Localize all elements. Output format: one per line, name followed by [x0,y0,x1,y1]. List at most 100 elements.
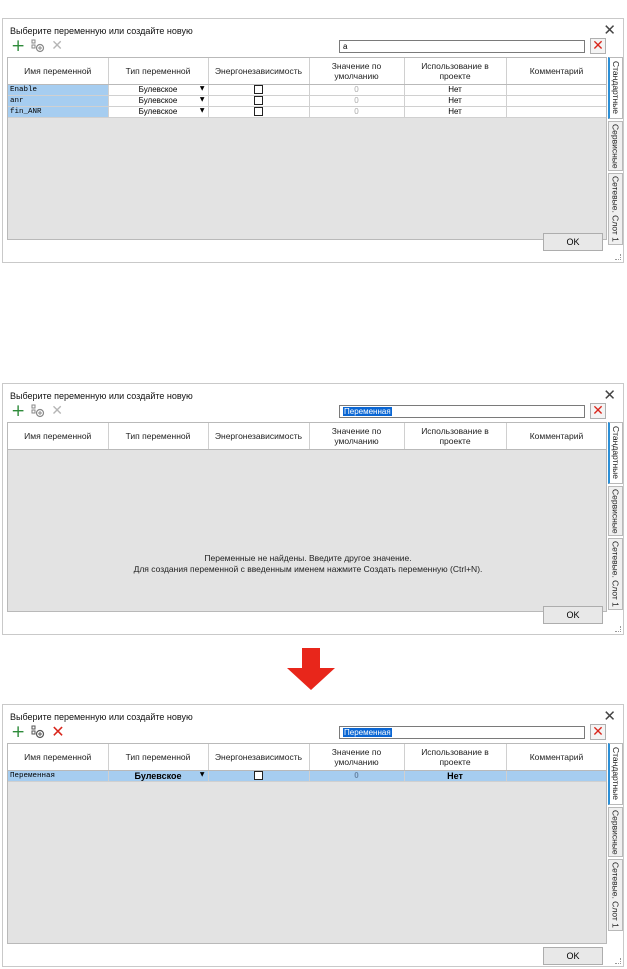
column-header-usage[interactable]: Использование в проекте [404,744,507,771]
delete-icon[interactable]: ✕ [51,724,64,740]
variables-grid: Имя переменной Тип переменной Энергонеза… [7,743,607,944]
table-row[interactable]: anr Булевское ▼ 0 Нет [8,95,606,107]
delete-icon[interactable]: ✕ [51,404,63,418]
variables-grid: Имя переменной Тип переменной Энергонеза… [7,57,607,240]
column-header-name[interactable]: Имя переменной [8,423,109,450]
comment-cell[interactable] [506,106,606,118]
variable-type-cell[interactable]: Булевское ▼ [108,106,209,118]
column-header-type[interactable]: Тип переменной [108,423,209,450]
column-header-comment[interactable]: Комментарий [506,58,606,85]
column-header-retain[interactable]: Энергонезависимость [208,744,310,771]
add-icon[interactable]: + [11,723,25,741]
retain-cell [208,95,310,107]
close-icon[interactable]: ✕ [603,707,616,725]
tab-standard[interactable]: Стандартные [608,422,623,484]
clear-search-icon[interactable]: ✕ [590,38,606,54]
retain-checkbox[interactable] [254,107,263,116]
tab-service[interactable]: Сервисные [608,486,623,536]
toolbar: + ✕ [11,402,63,420]
tab-standard[interactable]: Стандартные [608,743,623,805]
search-input[interactable]: a [339,40,585,53]
empty-message-line-2: Для создания переменной с введенным имен… [133,564,483,574]
toolbar: + ✕ [11,37,63,55]
variable-name-cell[interactable]: Enable [8,84,109,96]
close-icon[interactable]: ✕ [603,386,616,404]
dropdown-arrow-icon[interactable]: ▼ [200,85,205,92]
retain-checkbox[interactable] [254,96,263,105]
comment-cell[interactable] [506,770,606,782]
tab-service[interactable]: Сервисные [608,807,623,857]
add-icon[interactable]: + [11,37,25,55]
usage-cell: Нет [404,106,507,118]
resize-grip[interactable] [615,626,621,632]
clear-search-icon[interactable]: ✕ [590,403,606,419]
column-header-name[interactable]: Имя переменной [8,744,109,771]
search-input[interactable]: Переменная [339,726,585,739]
search-input[interactable]: Переменная [339,405,585,418]
variable-name-cell[interactable]: anr [8,95,109,107]
search-value: Переменная [343,407,392,416]
side-tabs: Стандартные Сервисные Сетевые. Слот 1 [608,422,623,612]
retain-checkbox[interactable] [254,85,263,94]
dropdown-arrow-icon[interactable]: ▼ [200,96,205,103]
empty-message: Переменные не найдены. Введите другое зн… [8,553,606,575]
column-header-retain[interactable]: Энергонезависимость [208,58,310,85]
variable-type-value: Булевское [138,107,178,116]
clear-search-icon[interactable]: ✕ [590,724,606,740]
variable-type-cell[interactable]: Булевское ▼ [108,84,209,96]
variables-grid: Имя переменной Тип переменной Энергонеза… [7,422,607,612]
default-value-cell: 0 [309,95,405,107]
add-global-icon[interactable] [31,39,45,53]
column-header-type[interactable]: Тип переменной [108,58,209,85]
column-header-retain[interactable]: Энергонезависимость [208,423,310,450]
column-header-default[interactable]: Значение по умолчанию [309,423,405,450]
empty-message-line-1: Переменные не найдены. Введите другое зн… [204,553,412,563]
resize-grip[interactable] [615,958,621,964]
table-row[interactable]: Enable Булевское ▼ 0 Нет [8,84,606,96]
variable-picker-dialog-2: Выберите переменную или создайте новую ✕… [2,383,624,635]
tab-network-slot1[interactable]: Сетевые. Слот 1 [608,538,623,610]
resize-grip[interactable] [615,254,621,260]
table-row[interactable]: fin_ANR Булевское ▼ 0 Нет [8,106,606,118]
table-row[interactable]: Переменная Булевское ▼ 0 Нет [8,770,606,782]
variable-type-cell[interactable]: Булевское ▼ [108,95,209,107]
retain-cell [208,84,310,96]
dropdown-arrow-icon[interactable]: ▼ [200,107,205,114]
side-tabs: Стандартные Сервисные Сетевые. Слот 1 [608,57,623,247]
comment-cell[interactable] [506,84,606,96]
column-header-usage[interactable]: Использование в проекте [404,423,507,450]
comment-cell[interactable] [506,95,606,107]
retain-cell [208,770,310,782]
column-header-default[interactable]: Значение по умолчанию [309,58,405,85]
dropdown-arrow-icon[interactable]: ▼ [200,771,205,778]
dialog-title: Выберите переменную или создайте новую [10,26,193,36]
tab-service[interactable]: Сервисные [608,121,623,171]
variable-type-value: Булевское [138,85,178,94]
search-value: a [343,42,348,51]
variable-name-cell[interactable]: Переменная [8,770,109,782]
column-header-comment[interactable]: Комментарий [506,744,606,771]
variable-name-cell[interactable]: fin_ANR [8,106,109,118]
tab-network-slot1[interactable]: Сетевые. Слот 1 [608,859,623,931]
ok-button[interactable]: OK [543,606,603,624]
tab-network-slot1[interactable]: Сетевые. Слот 1 [608,173,623,245]
variable-type-cell[interactable]: Булевское ▼ [108,770,209,782]
column-header-default[interactable]: Значение по умолчанию [309,744,405,771]
usage-cell: Нет [404,84,507,96]
column-header-usage[interactable]: Использование в проекте [404,58,507,85]
tab-standard[interactable]: Стандартные [608,57,623,119]
default-value-cell: 0 [309,770,405,782]
column-header-comment[interactable]: Комментарий [506,423,606,450]
add-icon[interactable]: + [11,402,25,420]
retain-cell [208,106,310,118]
add-global-icon[interactable] [31,404,45,418]
toolbar: + ✕ [11,723,65,741]
retain-checkbox[interactable] [254,771,263,780]
add-global-icon[interactable] [31,725,45,739]
delete-icon[interactable]: ✕ [51,39,63,53]
column-header-name[interactable]: Имя переменной [8,58,109,85]
ok-button[interactable]: OK [543,947,603,965]
column-header-type[interactable]: Тип переменной [108,744,209,771]
close-icon[interactable]: ✕ [603,21,616,39]
ok-button[interactable]: OK [543,233,603,251]
